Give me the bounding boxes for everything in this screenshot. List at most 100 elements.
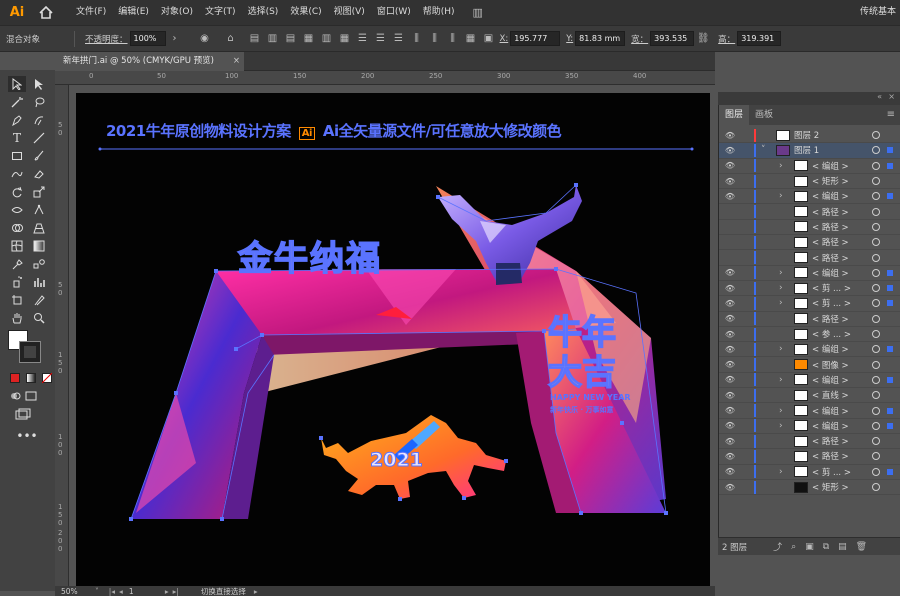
transform-icon[interactable]: ▦ <box>464 32 478 46</box>
line-tool-icon[interactable] <box>30 130 48 146</box>
visibility-eye-icon[interactable]: 👁 <box>724 467 736 476</box>
scale-tool-icon[interactable] <box>30 184 48 200</box>
visibility-eye-icon[interactable]: 👁 <box>724 375 736 384</box>
distribute-hcenter-icon[interactable]: ⫼ <box>428 32 442 46</box>
zoom-level[interactable]: 50% <box>61 587 91 596</box>
selection-indicator[interactable] <box>887 269 893 276</box>
layer-row[interactable]: 👁 图层 2 <box>719 128 900 144</box>
artboard-tool-icon[interactable] <box>8 292 26 308</box>
layer-row[interactable]: 👁 › < 编组 > <box>719 189 900 205</box>
distribute-left-icon[interactable]: ⫼ <box>410 32 424 46</box>
visibility-eye-icon[interactable]: 👁 <box>724 421 736 430</box>
next-artboard-icon[interactable]: ▸ <box>165 587 169 596</box>
target-circle-icon[interactable] <box>872 192 880 201</box>
layer-name[interactable]: < 编组 > <box>812 420 849 432</box>
layer-name[interactable]: < 路径 > <box>812 206 849 218</box>
selection-tool-icon[interactable] <box>8 76 26 92</box>
zoom-dropdown-icon[interactable]: ˅ <box>95 587 99 596</box>
tab-layers[interactable]: 图层 <box>719 105 750 125</box>
status-arrow-icon[interactable]: ▸ <box>254 587 258 596</box>
artboard[interactable]: 2021牛年原创物料设计方案 Ai Ai全矢量源文件/可任意放大修改颜色 金牛纳福 … <box>76 93 710 586</box>
x-input[interactable]: 195.777 <box>510 31 561 46</box>
layer-row[interactable]: 👁 < 路径 > <box>719 449 900 465</box>
menu-select[interactable]: 选择(S) <box>242 0 285 25</box>
locate-object-icon[interactable]: ⌕ <box>791 542 796 552</box>
eraser-tool-icon[interactable] <box>30 166 48 182</box>
target-circle-icon[interactable] <box>872 161 880 170</box>
selection-indicator[interactable] <box>887 162 893 169</box>
vertical-ruler[interactable]: 5 0 5 0 1 5 0 1 0 0 1 5 0 2 0 0 <box>55 85 69 586</box>
align-hcenter-icon[interactable]: ▥ <box>266 32 280 46</box>
visibility-eye-icon[interactable]: 👁 <box>724 131 736 140</box>
selection-indicator[interactable] <box>887 300 893 307</box>
arrange-documents-icon[interactable]: ▥ <box>473 6 483 19</box>
rotate-tool-icon[interactable] <box>8 184 26 200</box>
layer-name[interactable]: < 参 ... > <box>812 328 851 340</box>
layer-name[interactable]: < 编组 > <box>812 190 849 202</box>
expand-arrow-icon[interactable]: › <box>779 268 783 278</box>
layer-row[interactable]: 👁 < 路径 > <box>719 312 900 327</box>
lasso-tool-icon[interactable] <box>30 94 48 110</box>
layer-name[interactable]: < 直线 > <box>812 389 849 401</box>
layer-row[interactable]: < 路径 > <box>719 205 900 220</box>
new-layer-icon[interactable]: ▤ <box>838 542 847 552</box>
opacity-input[interactable]: 100% <box>129 31 166 46</box>
recolor-artwork-icon[interactable]: ◉ <box>198 32 212 46</box>
target-circle-icon[interactable] <box>872 483 880 492</box>
blend-tool-icon[interactable] <box>30 256 48 272</box>
visibility-eye-icon[interactable]: 👁 <box>724 299 736 308</box>
visibility-eye-icon[interactable]: 👁 <box>724 391 736 400</box>
align-bottom-icon[interactable]: ▦ <box>338 32 352 46</box>
none-mode-icon[interactable] <box>38 370 56 386</box>
expand-arrow-icon[interactable]: › <box>779 161 783 171</box>
layer-name[interactable]: < 路径 > <box>812 221 849 233</box>
align-right-icon[interactable]: ▤ <box>284 32 298 46</box>
target-circle-icon[interactable] <box>872 268 880 277</box>
rectangle-tool-icon[interactable] <box>8 148 26 164</box>
horizontal-ruler[interactable]: 0 50 100 150 200 250 300 350 400 <box>55 71 715 85</box>
layer-row[interactable]: < 路径 > <box>719 235 900 251</box>
layer-row[interactable]: < 路径 > <box>719 250 900 266</box>
y-input[interactable]: 81.83 mm <box>575 31 626 46</box>
visibility-eye-icon[interactable]: 👁 <box>724 483 736 492</box>
delete-layer-icon[interactable]: 🗑 <box>856 542 867 552</box>
menu-object[interactable]: 对象(O) <box>155 0 199 25</box>
target-circle-icon[interactable] <box>872 146 880 155</box>
selection-indicator[interactable] <box>887 376 893 383</box>
layer-row[interactable]: 👁 ˅ 图层 1 <box>719 143 900 159</box>
screen-mode-icon[interactable] <box>14 406 32 422</box>
slice-tool-icon[interactable] <box>30 292 48 308</box>
layer-name[interactable]: < 路径 > <box>812 450 849 462</box>
layer-row[interactable]: 👁 › < 剪 ... > <box>719 296 900 312</box>
reference-point-icon[interactable]: ▣ <box>482 32 496 46</box>
fill-stroke-swatch[interactable] <box>8 330 44 366</box>
align-vcenter-icon[interactable]: ▥ <box>320 32 334 46</box>
gradient-tool-icon[interactable] <box>30 238 48 254</box>
target-circle-icon[interactable] <box>872 391 880 400</box>
collapse-panel-icon[interactable]: « <box>877 92 882 101</box>
visibility-eye-icon[interactable]: 👁 <box>724 192 736 201</box>
visibility-eye-icon[interactable]: 👁 <box>724 452 736 461</box>
distribute-right-icon[interactable]: ⫼ <box>446 32 460 46</box>
paintbrush-tool-icon[interactable] <box>30 148 48 164</box>
pen-tool-icon[interactable] <box>8 112 26 128</box>
layer-name[interactable]: < 剪 ... > <box>812 282 851 294</box>
magic-wand-tool-icon[interactable] <box>8 94 26 110</box>
first-artboard-icon[interactable]: |◂ <box>109 587 115 596</box>
target-circle-icon[interactable] <box>872 375 880 384</box>
target-circle-icon[interactable] <box>872 345 880 354</box>
distribute-top-icon[interactable]: ☰ <box>356 32 370 46</box>
expand-arrow-icon[interactable]: › <box>779 298 783 308</box>
width-input[interactable]: 393.535 <box>650 31 695 46</box>
opacity-label[interactable]: 不透明度： <box>85 33 128 45</box>
expand-arrow-icon[interactable]: › <box>779 375 783 385</box>
direct-selection-tool-icon[interactable] <box>30 76 48 92</box>
layer-row[interactable]: < 路径 > <box>719 220 900 236</box>
target-circle-icon[interactable] <box>872 207 880 216</box>
distribute-vcenter-icon[interactable]: ☰ <box>374 32 388 46</box>
workspace-switcher[interactable]: 传统基本 <box>860 0 896 25</box>
expand-arrow-icon[interactable]: › <box>779 191 783 201</box>
selection-indicator[interactable] <box>887 468 893 475</box>
tab-artboards[interactable]: 画板 <box>749 105 779 125</box>
selection-indicator[interactable] <box>887 193 893 200</box>
